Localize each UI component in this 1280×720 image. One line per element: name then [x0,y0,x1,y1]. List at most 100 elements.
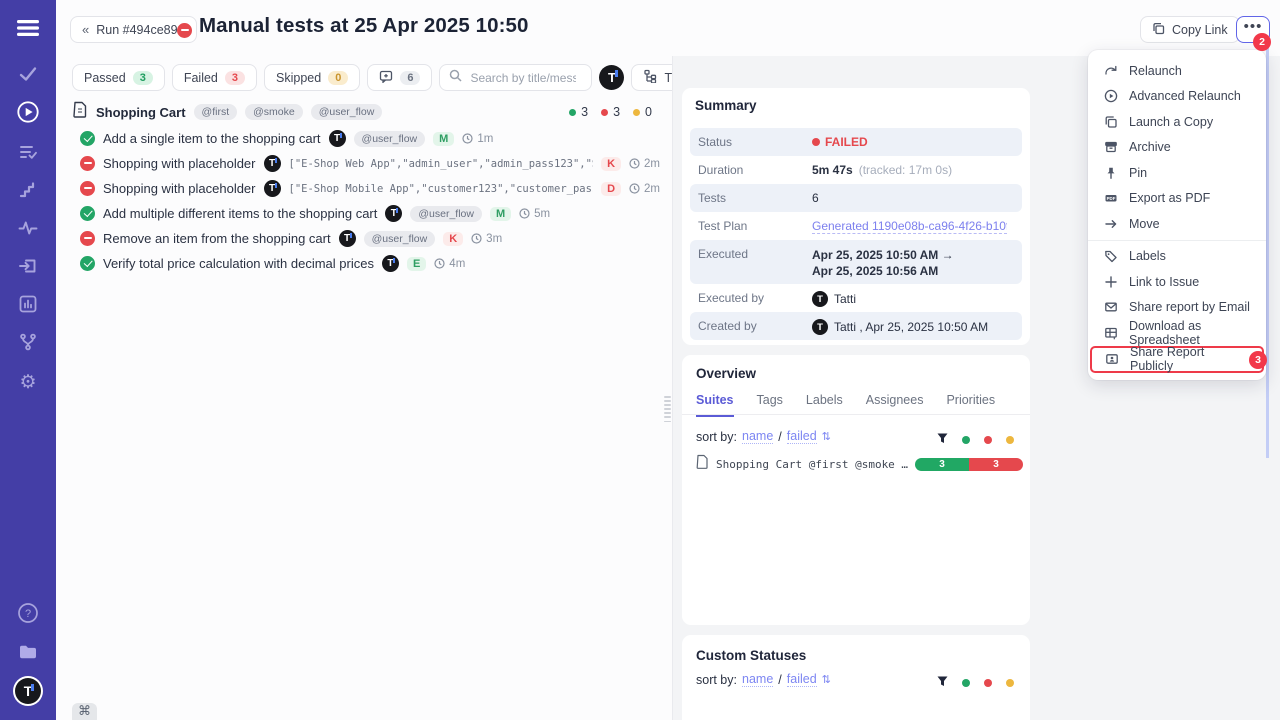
legend-failed-dot[interactable] [984,436,992,444]
menu-item-share-report-by-email[interactable]: Share report by Email [1088,295,1266,321]
passed-status-icon [80,206,95,221]
menu-item-archive[interactable]: Archive [1088,135,1266,161]
filter-passed-button[interactable]: Passed 3 [72,64,165,91]
copy-link-button[interactable]: Copy Link [1140,16,1240,43]
sidebar-item-analytics[interactable] [16,292,40,316]
test-tag[interactable]: @user_flow [364,231,436,247]
sidebar-item-runs-active[interactable] [16,100,40,124]
test-row[interactable]: Add a single item to the shopping cart T… [80,128,660,149]
test-duration: 2m [629,158,660,170]
custom-statuses-legend [937,674,1014,692]
menu-item-relaunch[interactable]: Relaunch [1088,58,1266,84]
test-row[interactable]: Add multiple different items to the shop… [80,203,660,224]
comments-filter-button[interactable]: 6 [367,64,432,91]
tag-icon [1104,249,1118,263]
legend-failed-dot[interactable] [984,679,992,687]
sort-direction-icon[interactable]: ⇅ [822,430,831,443]
sort-by-failed-link[interactable]: failed [787,429,817,444]
test-title: Verify total price calculation with deci… [103,256,374,271]
menu-item-share-report-publicly[interactable]: Share Report Publicly [1092,348,1262,371]
command-shortcut-button[interactable]: ⌘ [72,703,97,720]
executed-by-value: Tatti [834,292,856,306]
failed-count-badge: 3 [225,71,245,85]
test-duration: 4m [434,258,465,270]
menu-item-export-as-pdf[interactable]: PDF Export as PDF [1088,186,1266,212]
svg-text:?: ? [25,608,31,620]
suite-file-icon [72,101,88,123]
suite-header[interactable]: Shopping Cart @first @smoke @user_flow 3… [72,101,660,123]
test-row[interactable]: Shopping with placeholder T ["E-Shop Web… [80,153,660,174]
summary-row-executed-by: Executed by TTatti [690,284,1022,312]
suite-tag[interactable]: @first [194,104,238,120]
user-avatar[interactable]: T [15,678,41,704]
test-title: Remove an item from the shopping cart [103,231,331,246]
priority-badge: M [433,132,454,146]
legend-passed-dot[interactable] [962,436,970,444]
filter-skipped-button[interactable]: Skipped 0 [264,64,360,91]
summary-row-duration: Duration 5m 47s(tracked: 17m 0s) [690,156,1022,184]
test-data-snippet: ["E-Shop Mobile App","customer123","cust… [289,183,594,195]
copy-link-label: Copy Link [1172,23,1228,37]
test-tag[interactable]: @user_flow [354,131,426,147]
summary-row-created-by: Created by TTatti , Apr 25, 2025 10:50 A… [690,312,1022,340]
filter-funnel-icon[interactable] [937,674,948,692]
clock-icon [471,233,482,244]
menu-item-pin[interactable]: Pin [1088,160,1266,186]
svg-text:PDF: PDF [1107,196,1116,201]
sidebar-item-milestones[interactable] [16,178,40,202]
test-title: Add a single item to the shopping cart [103,131,321,146]
assignee-avatar[interactable]: T [599,65,624,90]
filter-funnel-icon[interactable] [937,431,948,449]
suite-tag[interactable]: @smoke [245,104,303,120]
sort-by-failed-link[interactable]: failed [787,672,817,687]
overview-suite-row[interactable]: Shopping Cart @first @smoke … 3 3 [696,454,1016,474]
comment-plus-icon [379,70,393,86]
test-row[interactable]: Shopping with placeholder T ["E-Shop Mob… [80,178,660,199]
email-icon [1104,300,1118,314]
sort-by-name-link[interactable]: name [742,672,773,687]
menu-item-link-to-issue[interactable]: Link to Issue [1088,269,1266,295]
search-box [439,64,592,91]
summary-card: Summary Status FAILED Duration 5m 47s(tr… [682,88,1030,345]
sidebar-item-branches[interactable] [16,330,40,354]
sort-by-name-link[interactable]: name [742,429,773,444]
suite-skipped-count: 0 [633,105,652,119]
back-chevron-icon: « [82,22,89,37]
search-input[interactable] [468,70,578,86]
menu-item-advanced-relaunch[interactable]: Advanced Relaunch [1088,84,1266,110]
settings-gear-icon[interactable]: ⚙ [16,370,40,394]
sidebar-item-tests[interactable] [16,62,40,86]
test-run-page: ⚙ ? T « Run #494ce891 Manual tests at 25… [0,0,1280,720]
legend-skipped-dot[interactable] [1006,436,1014,444]
sidebar-item-pulse[interactable] [16,216,40,240]
pane-resize-handle[interactable] [664,396,671,422]
status-failed-value: FAILED [812,135,868,149]
projects-folder-icon[interactable] [16,640,40,664]
menu-item-labels[interactable]: Labels [1088,244,1266,270]
menu-item-launch-a-copy[interactable]: Launch a Copy [1088,109,1266,135]
menu-item-label: Pin [1129,166,1147,180]
assignee-avatar: T [382,255,399,272]
menu-item-download-as-spreadsheet[interactable]: Download as Spreadsheet [1088,320,1266,346]
creator-avatar: T [812,319,828,335]
test-plan-link[interactable]: Generated 1190e08b-ca96-4f26-b10f-d6dc… [812,219,1007,234]
executed-from: Apr 25, 2025 10:50 AM → [812,247,954,263]
sidebar-item-import[interactable] [16,254,40,278]
test-tag[interactable]: @user_flow [410,206,482,222]
hamburger-menu-icon[interactable] [16,16,40,40]
menu-item-move[interactable]: Move [1088,211,1266,237]
help-icon[interactable]: ? [16,601,40,625]
duration-value: 5m 47s [812,163,853,177]
sort-direction-icon[interactable]: ⇅ [822,673,831,686]
suite-tag[interactable]: @user_flow [311,104,383,120]
legend-passed-dot[interactable] [962,679,970,687]
suite-passed-count: 3 [569,105,588,119]
clock-icon [434,258,445,269]
test-row[interactable]: Remove an item from the shopping cart T … [80,228,660,249]
filter-failed-button[interactable]: Failed 3 [172,64,257,91]
legend-skipped-dot[interactable] [1006,679,1014,687]
assignee-avatar: T [329,130,346,147]
sidebar-item-test-plans[interactable] [16,140,40,164]
test-row[interactable]: Verify total price calculation with deci… [80,253,660,274]
test-duration: 3m [471,233,502,245]
